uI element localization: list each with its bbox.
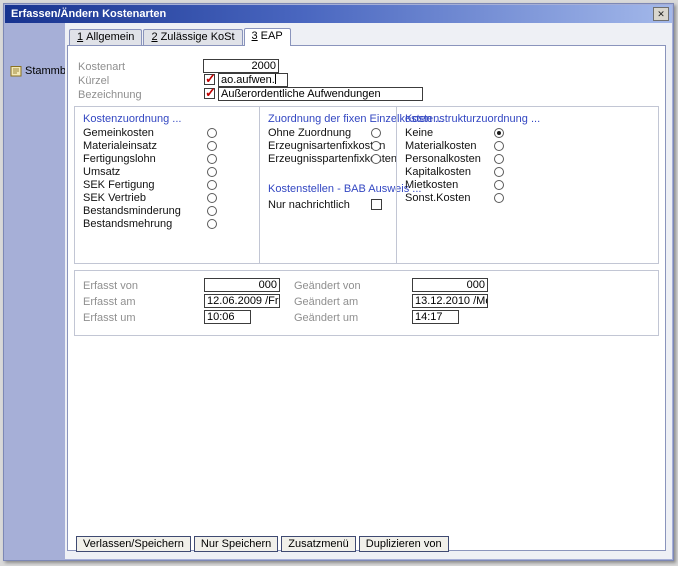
fixe-einzelkosten-column: Zuordnung der fixen Einzelkosten ... Ohn…	[260, 107, 444, 263]
erfasst-um-field[interactable]: 10:06	[204, 310, 251, 324]
radio-sonst-kosten[interactable]	[494, 193, 504, 203]
geaendert-um-label: Geändert um	[294, 312, 359, 324]
geaendert-am-label: Geändert am	[294, 296, 359, 308]
screen: Erfassen/Ändern Kostenarten ✕ Stammblatt…	[0, 0, 678, 566]
radio-umsatz[interactable]	[207, 167, 217, 177]
radio-erzeugnisspartenfixkosten[interactable]	[371, 154, 381, 164]
geaendert-von-field[interactable]: 000	[412, 278, 488, 292]
radio-personalkosten[interactable]	[494, 154, 504, 164]
kostenart-label: Kostenart	[78, 61, 126, 73]
radio-gemeinkosten[interactable]	[207, 128, 217, 138]
radio-sek-fertigung[interactable]	[207, 180, 217, 190]
button-row: Verlassen/Speichern Nur Speichern Zusatz…	[76, 536, 449, 552]
audit-box: Erfasst von 000 Geändert von 000 Erfasst…	[74, 270, 659, 336]
radio-sek-vertrieb[interactable]	[207, 193, 217, 203]
kostenzuordnung-title: Kostenzuordnung ...	[83, 113, 182, 125]
option-label: Materialeinsatz	[83, 140, 157, 152]
tab-eap[interactable]: 3 EAP	[243, 28, 291, 46]
option-label: Umsatz	[83, 166, 121, 178]
text-caret	[274, 74, 276, 84]
tab-allgemein[interactable]: 1 Allgemein	[69, 29, 143, 45]
geaendert-um-field[interactable]: 14:17	[412, 310, 459, 324]
tab-accelerator: 3	[251, 30, 258, 42]
radio-bestandsminderung[interactable]	[207, 206, 217, 216]
sidebar-item-stammblatt[interactable]: Stammblatt	[10, 65, 81, 77]
erfasst-am-label: Erfasst am	[83, 296, 136, 308]
bab-checkbox-label: Nur nachrichtlich	[268, 199, 350, 211]
radio-mietkosten[interactable]	[494, 180, 504, 190]
notebook-icon	[10, 65, 22, 77]
nur-speichern-button[interactable]: Nur Speichern	[193, 536, 279, 552]
sidebar: Stammblatt	[5, 23, 81, 559]
option-label: Ohne Zuordnung	[268, 127, 352, 139]
option-label: Materialkosten	[405, 140, 477, 152]
radio-materialeinsatz[interactable]	[207, 141, 217, 151]
bezeichnung-field[interactable]: Außerordentliche Aufwendungen	[218, 87, 423, 101]
option-label: Bestandsminderung	[83, 205, 181, 217]
tab-zulaessige-kost[interactable]: 2 Zulässige KoSt	[143, 29, 243, 45]
radio-bestandsmehrung[interactable]	[207, 219, 217, 229]
option-label: Sonst.Kosten	[405, 192, 471, 204]
option-label: Fertigungslohn	[83, 153, 156, 165]
option-label: Kapitalkosten	[405, 166, 472, 178]
verlassen-speichern-button[interactable]: Verlassen/Speichern	[76, 536, 191, 552]
radio-keine[interactable]	[494, 128, 504, 138]
radio-materialkosten[interactable]	[494, 141, 504, 151]
bezeichnung-label: Bezeichnung	[78, 89, 142, 101]
radio-kapitalkosten[interactable]	[494, 167, 504, 177]
option-label: Keine	[405, 127, 434, 139]
bezeichnung-checkbox[interactable]	[204, 85, 216, 101]
kuerzel-field[interactable]: ao.aufwen.	[218, 73, 288, 87]
option-label: SEK Fertigung	[83, 179, 155, 191]
classification-groupbox: Kostenzuordnung ... Gemeinkosten Materia…	[74, 106, 659, 264]
nur-nachrichtlich-checkbox[interactable]	[371, 199, 382, 210]
app-window: Erfassen/Ändern Kostenarten ✕ Stammblatt…	[3, 3, 674, 561]
tab-label: Allgemein	[86, 31, 135, 43]
zusatzmenu-button[interactable]: Zusatzmenü	[281, 536, 356, 552]
window-title: Erfassen/Ändern Kostenarten	[11, 8, 167, 20]
tab-accelerator: 1	[77, 31, 84, 43]
radio-ohne-zuordnung[interactable]	[371, 128, 381, 138]
erfasst-um-label: Erfasst um	[83, 312, 136, 324]
kuerzel-checkbox[interactable]	[204, 71, 216, 87]
form-panel: Kostenart 2000 Kürzel ao.aufwen. Bezeich…	[67, 45, 666, 552]
kostenstruktur-column: Kostenstrukturzuordnung ... Keine Materi…	[397, 107, 660, 263]
kuerzel-label: Kürzel	[78, 75, 110, 87]
kostenzuordnung-column: Kostenzuordnung ... Gemeinkosten Materia…	[75, 107, 259, 263]
geaendert-am-field[interactable]: 13.12.2010 /Mo	[412, 294, 488, 308]
kostenstruktur-title: Kostenstrukturzuordnung ...	[405, 113, 541, 125]
tab-label: EAP	[260, 30, 283, 42]
option-label: Bestandsmehrung	[83, 218, 173, 230]
option-label: Personalkosten	[405, 153, 481, 165]
titlebar: Erfassen/Ändern Kostenarten ✕	[5, 5, 672, 23]
tab-accelerator: 2	[151, 31, 158, 43]
tab-bar: 1 Allgemein 2 Zulässige KoSt 3 EAP	[69, 27, 292, 46]
erfasst-am-field[interactable]: 12.06.2009 /Fr	[204, 294, 280, 308]
geaendert-von-label: Geändert von	[294, 280, 361, 292]
radio-erzeugnisartenfixkosten[interactable]	[371, 141, 381, 151]
content-area: 1 Allgemein 2 Zulässige KoSt 3 EAP Kostenar…	[65, 23, 672, 559]
option-label: SEK Vertrieb	[83, 192, 146, 204]
option-label: Gemeinkosten	[83, 127, 154, 139]
radio-fertigungslohn[interactable]	[207, 154, 217, 164]
close-icon[interactable]: ✕	[653, 7, 669, 21]
duplizieren-von-button[interactable]: Duplizieren von	[358, 536, 449, 552]
tab-label: Zulässige KoSt	[160, 31, 235, 43]
erfasst-von-field[interactable]: 000	[204, 278, 280, 292]
option-label: Erzeugnisartenfixkosten	[268, 140, 386, 152]
erfasst-von-label: Erfasst von	[83, 280, 139, 292]
option-label: Mietkosten	[405, 179, 459, 191]
